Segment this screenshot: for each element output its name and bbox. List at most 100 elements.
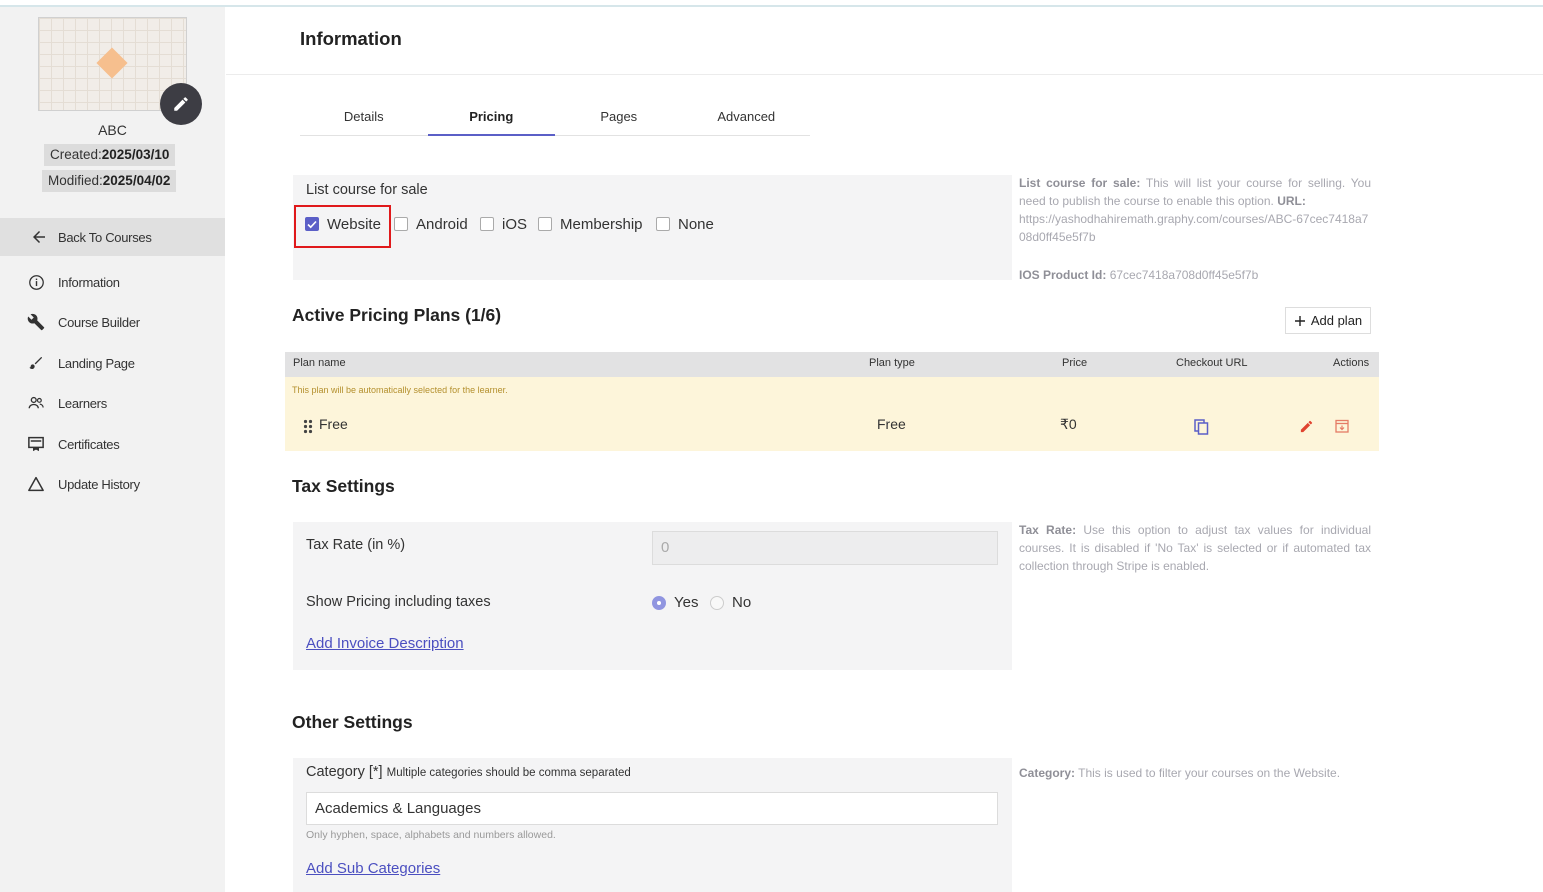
brush-icon bbox=[27, 354, 45, 372]
sidebar-item-landing-page[interactable]: Landing Page bbox=[0, 348, 225, 378]
website-label: Website bbox=[327, 215, 381, 233]
tab-bar: Details Pricing Pages Advanced bbox=[300, 100, 810, 136]
category-hint: Multiple categories should be comma sepa… bbox=[386, 767, 631, 779]
archive-icon[interactable] bbox=[1335, 419, 1349, 438]
option-website[interactable]: Website bbox=[305, 213, 381, 235]
edit-thumbnail-button[interactable] bbox=[160, 83, 202, 125]
course-url: https://yashodhahiremath.graphy.com/cour… bbox=[1019, 212, 1369, 244]
back-label: Back To Courses bbox=[58, 229, 152, 245]
sidebar-item-label: Update History bbox=[58, 476, 140, 492]
people-icon bbox=[27, 394, 45, 412]
add-invoice-description-link[interactable]: Add Invoice Description bbox=[306, 635, 464, 652]
pencil-icon bbox=[174, 97, 188, 111]
created-label: Created: bbox=[50, 147, 102, 162]
none-label: None bbox=[678, 215, 714, 233]
pricing-plans-title: Active Pricing Plans (1/6) bbox=[292, 305, 502, 325]
sidebar-item-update-history[interactable]: Update History bbox=[0, 469, 225, 499]
plans-table-header: Plan name Plan type Price Checkout URL A… bbox=[285, 352, 1379, 377]
category-help-title: Category: bbox=[1019, 766, 1076, 780]
edit-plan-icon[interactable] bbox=[1299, 419, 1314, 439]
ios-label: iOS bbox=[502, 215, 528, 233]
tax-help-title: Tax Rate: bbox=[1019, 523, 1077, 537]
website-checkbox[interactable] bbox=[305, 217, 319, 231]
radio-yes-label: Yes bbox=[674, 594, 699, 611]
category-label-row: Category [*] Multiple categories should … bbox=[306, 764, 631, 780]
certificate-icon bbox=[27, 435, 45, 453]
plan-type: Free bbox=[877, 416, 906, 432]
none-checkbox[interactable] bbox=[656, 217, 670, 231]
ios-checkbox[interactable] bbox=[480, 217, 494, 231]
radio-no[interactable]: No bbox=[710, 594, 751, 611]
other-settings-title: Other Settings bbox=[292, 712, 413, 732]
column-checkout-url: Checkout URL bbox=[1176, 357, 1248, 369]
sidebar-item-label: Certificates bbox=[58, 436, 120, 452]
option-android[interactable]: Android bbox=[394, 213, 468, 235]
sidebar-item-course-builder[interactable]: Course Builder bbox=[0, 307, 225, 337]
sidebar-item-label: Landing Page bbox=[58, 355, 135, 371]
ios-product-id: IOS Product Id: 67cec7418a708d0ff45e5f7b bbox=[1019, 266, 1371, 284]
radio-no-label: No bbox=[732, 594, 752, 611]
column-actions: Actions bbox=[1333, 357, 1370, 369]
tab-pages[interactable]: Pages bbox=[555, 100, 683, 136]
sidebar-item-information[interactable]: Information bbox=[0, 267, 225, 297]
sidebar-item-label: Course Builder bbox=[58, 314, 140, 330]
option-ios[interactable]: iOS bbox=[480, 213, 527, 235]
plan-price: ₹0 bbox=[1060, 416, 1077, 432]
main-header: Information bbox=[226, 7, 1543, 75]
plan-auto-select-note: This plan will be automatically selected… bbox=[292, 385, 508, 395]
tab-pricing[interactable]: Pricing bbox=[427, 100, 555, 136]
sidebar-item-label: Learners bbox=[58, 395, 107, 411]
ios-id-label: IOS Product Id: bbox=[1019, 268, 1107, 282]
copy-icon[interactable] bbox=[1194, 419, 1209, 440]
top-border bbox=[0, 0, 1543, 7]
option-none[interactable]: None bbox=[656, 213, 714, 235]
info-icon bbox=[27, 273, 45, 291]
option-membership[interactable]: Membership bbox=[538, 213, 643, 235]
column-plan-type: Plan type bbox=[869, 357, 915, 369]
sidebar-item-certificates[interactable]: Certificates bbox=[0, 429, 225, 459]
add-plan-button[interactable]: Add plan bbox=[1285, 307, 1371, 334]
list-for-sale-help: List course for sale: This will list you… bbox=[1019, 174, 1371, 246]
column-plan-name: Plan name bbox=[293, 357, 346, 369]
sidebar-item-learners[interactable]: Learners bbox=[0, 388, 225, 418]
created-badge: Created:2025/03/10 bbox=[44, 144, 176, 166]
modified-label: Modified: bbox=[48, 173, 103, 188]
tax-help: Tax Rate: Use this option to adjust tax … bbox=[1019, 521, 1371, 575]
radio-yes-button[interactable] bbox=[652, 595, 666, 610]
add-plan-label: Add plan bbox=[1310, 313, 1363, 328]
android-checkbox[interactable] bbox=[394, 217, 408, 231]
tab-advanced[interactable]: Advanced bbox=[683, 100, 811, 136]
modified-badge: Modified:2025/04/02 bbox=[42, 170, 177, 192]
wrench-icon bbox=[27, 313, 45, 331]
modified-value: 2025/04/02 bbox=[102, 173, 171, 188]
column-price: Price bbox=[1062, 357, 1088, 369]
table-row: This plan will be automatically selected… bbox=[285, 377, 1379, 451]
radio-yes[interactable]: Yes bbox=[652, 594, 698, 611]
category-note: Only hyphen, space, alphabets and number… bbox=[306, 829, 556, 841]
membership-checkbox[interactable] bbox=[538, 217, 552, 231]
tax-settings-title: Tax Settings bbox=[292, 476, 395, 496]
plus-icon bbox=[1294, 315, 1305, 326]
course-name: ABC bbox=[98, 122, 127, 138]
help-url-label: URL: bbox=[1277, 194, 1306, 208]
show-pricing-label: Show Pricing including taxes bbox=[306, 594, 491, 610]
plan-name: Free bbox=[319, 416, 348, 432]
membership-label: Membership bbox=[560, 215, 643, 233]
sidebar: ABC Created:2025/03/10 Modified:2025/04/… bbox=[0, 7, 225, 892]
sidebar-item-label: Information bbox=[58, 274, 120, 290]
category-label: Category [*] bbox=[306, 764, 383, 780]
android-label: Android bbox=[416, 215, 468, 233]
add-sub-categories-link[interactable]: Add Sub Categories bbox=[306, 860, 440, 877]
arrow-left-icon bbox=[30, 228, 48, 246]
tax-rate-label: Tax Rate (in %) bbox=[306, 537, 406, 553]
radio-no-button[interactable] bbox=[710, 595, 724, 610]
category-input[interactable]: Academics & Languages bbox=[306, 792, 998, 825]
created-value: 2025/03/10 bbox=[101, 147, 170, 162]
tab-details[interactable]: Details bbox=[300, 100, 428, 136]
triangle-icon bbox=[27, 475, 45, 493]
category-help: Category: This is used to filter your co… bbox=[1019, 764, 1371, 782]
help-title: List course for sale: bbox=[1019, 176, 1141, 190]
back-to-courses-button[interactable]: Back To Courses bbox=[0, 218, 225, 256]
drag-handle-icon[interactable] bbox=[303, 419, 313, 439]
tax-rate-input[interactable]: 0 bbox=[652, 531, 998, 565]
